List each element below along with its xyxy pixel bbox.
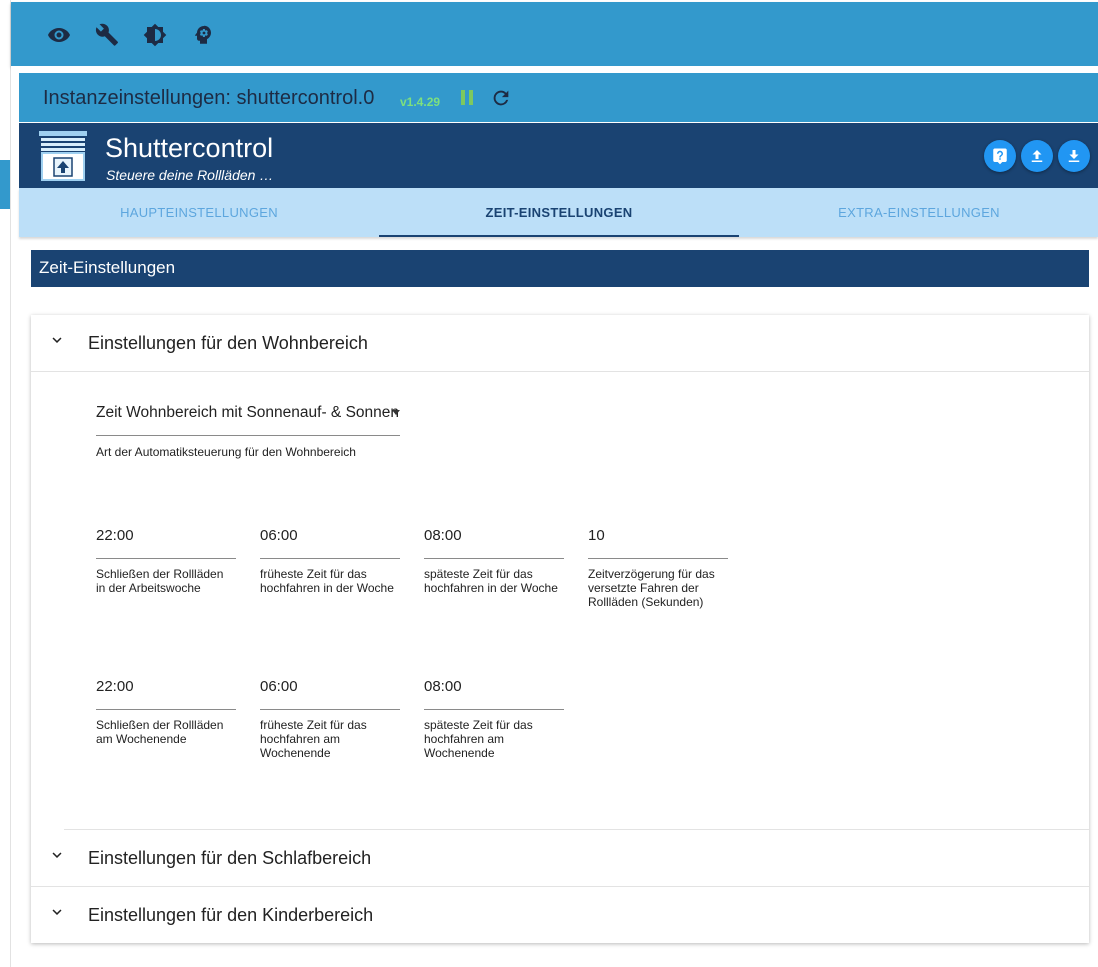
latest-up-week-input[interactable]: 08:00 [424, 527, 564, 559]
accordion-living-label: Einstellungen für den Wohnbereich [88, 333, 368, 353]
download-icon [1068, 150, 1080, 162]
latest-up-weekend-field: 08:00 späteste Zeit für das hochfahren a… [424, 678, 564, 760]
reload-icon[interactable] [490, 87, 512, 109]
accordion-panel: Einstellungen für den Wohnbereich Zeit W… [31, 315, 1089, 943]
earliest-up-weekend-input[interactable]: 06:00 [260, 678, 400, 710]
delay-seconds-field: 10 Zeitverzögerung für das versetzte Fah… [588, 527, 728, 609]
brightness-icon[interactable] [142, 22, 168, 48]
close-time-week-field: 22:00 Schließen der Rollläden in der Arb… [96, 527, 236, 595]
tab-time-settings[interactable]: ZEIT-EINSTELLUNGEN [379, 188, 739, 237]
close-time-weekend-help: Schließen der Rollläden am Wochenende [96, 718, 224, 746]
earliest-up-weekend-help: früheste Zeit für das hochfahren am Woch… [260, 718, 367, 760]
delay-seconds-input[interactable]: 10 [588, 527, 728, 559]
latest-up-weekend-input[interactable]: 08:00 [424, 678, 564, 710]
tab-main-settings[interactable]: HAUPTEINSTELLUNGEN [19, 188, 379, 237]
accordion-sleep-header[interactable]: Einstellungen für den Schlafbereich [31, 830, 1089, 886]
close-time-week-help: Schließen der Rollläden in der Arbeitswo… [96, 567, 224, 595]
automation-type-select[interactable]: Zeit Wohnbereich mit Sonnenauf- & Sonnen… [96, 404, 400, 436]
download-button[interactable] [1058, 140, 1090, 172]
shutter-logo-icon [39, 131, 87, 181]
adapter-description: Steuere deine Rollläden … [106, 167, 274, 183]
head-icon[interactable] [190, 22, 216, 48]
close-time-weekend-input[interactable]: 22:00 [96, 678, 236, 710]
eye-icon[interactable] [46, 22, 72, 48]
left-sidebar [0, 0, 11, 967]
settings-tabs: HAUPTEINSTELLUNGEN ZEIT-EINSTELLUNGEN EX… [19, 188, 1098, 237]
close-time-week-input[interactable]: 22:00 [96, 527, 236, 559]
adapter-header: Shuttercontrol Steuere deine Rollläden … [19, 123, 1098, 188]
earliest-up-week-input[interactable]: 06:00 [260, 527, 400, 559]
instance-settings-bar: Instanzeinstellungen: shuttercontrol.0 v… [19, 73, 1098, 122]
upload-icon [1031, 150, 1043, 162]
version-label: v1.4.29 [400, 95, 441, 109]
help-button[interactable] [984, 140, 1016, 172]
automation-type-value: Zeit Wohnbereich mit Sonnenauf- & Sonnen… [96, 404, 400, 421]
dropdown-arrow-icon [392, 410, 400, 415]
earliest-up-week-field: 06:00 früheste Zeit für das hochfahren i… [260, 527, 400, 595]
automation-type-help: Art der Automatiksteuerung für den Wohnb… [96, 445, 356, 459]
earliest-up-weekend-field: 06:00 früheste Zeit für das hochfahren a… [260, 678, 400, 760]
chevron-down-icon [48, 846, 66, 864]
chevron-down-icon [48, 903, 66, 921]
chevron-down-icon [48, 331, 66, 349]
latest-up-week-field: 08:00 späteste Zeit für das hochfahren i… [424, 527, 564, 595]
delay-seconds-help: Zeitverzögerung für das versetzte Fahren… [588, 567, 715, 609]
top-toolbar [11, 2, 1098, 66]
accordion-children-header[interactable]: Einstellungen für den Kinderbereich [31, 887, 1089, 943]
pause-icon[interactable] [459, 90, 475, 106]
adapter-name: Shuttercontrol [105, 133, 274, 163]
help-icon [993, 148, 1007, 165]
upload-button[interactable] [1021, 140, 1053, 172]
earliest-up-week-help: früheste Zeit für das hochfahren in der … [260, 567, 394, 595]
latest-up-weekend-help: späteste Zeit für das hochfahren am Woch… [424, 718, 533, 760]
accordion-children-label: Einstellungen für den Kinderbereich [88, 905, 374, 925]
main-content: Instanzeinstellungen: shuttercontrol.0 v… [11, 66, 1098, 967]
accordion-living-header[interactable]: Einstellungen für den Wohnbereich [31, 315, 1089, 371]
instance-title: Instanzeinstellungen: shuttercontrol.0 [43, 87, 375, 109]
close-time-weekend-field: 22:00 Schließen der Rollläden am Wochene… [96, 678, 236, 746]
latest-up-week-help: späteste Zeit für das hochfahren in der … [424, 567, 558, 595]
sidebar-active-marker [0, 160, 10, 209]
divider [31, 371, 1089, 372]
tab-extra-settings[interactable]: EXTRA-EINSTELLUNGEN [739, 188, 1098, 237]
section-title: Zeit-Einstellungen [31, 250, 1089, 287]
accordion-sleep-label: Einstellungen für den Schlafbereich [88, 848, 372, 868]
wrench-icon[interactable] [94, 22, 120, 48]
